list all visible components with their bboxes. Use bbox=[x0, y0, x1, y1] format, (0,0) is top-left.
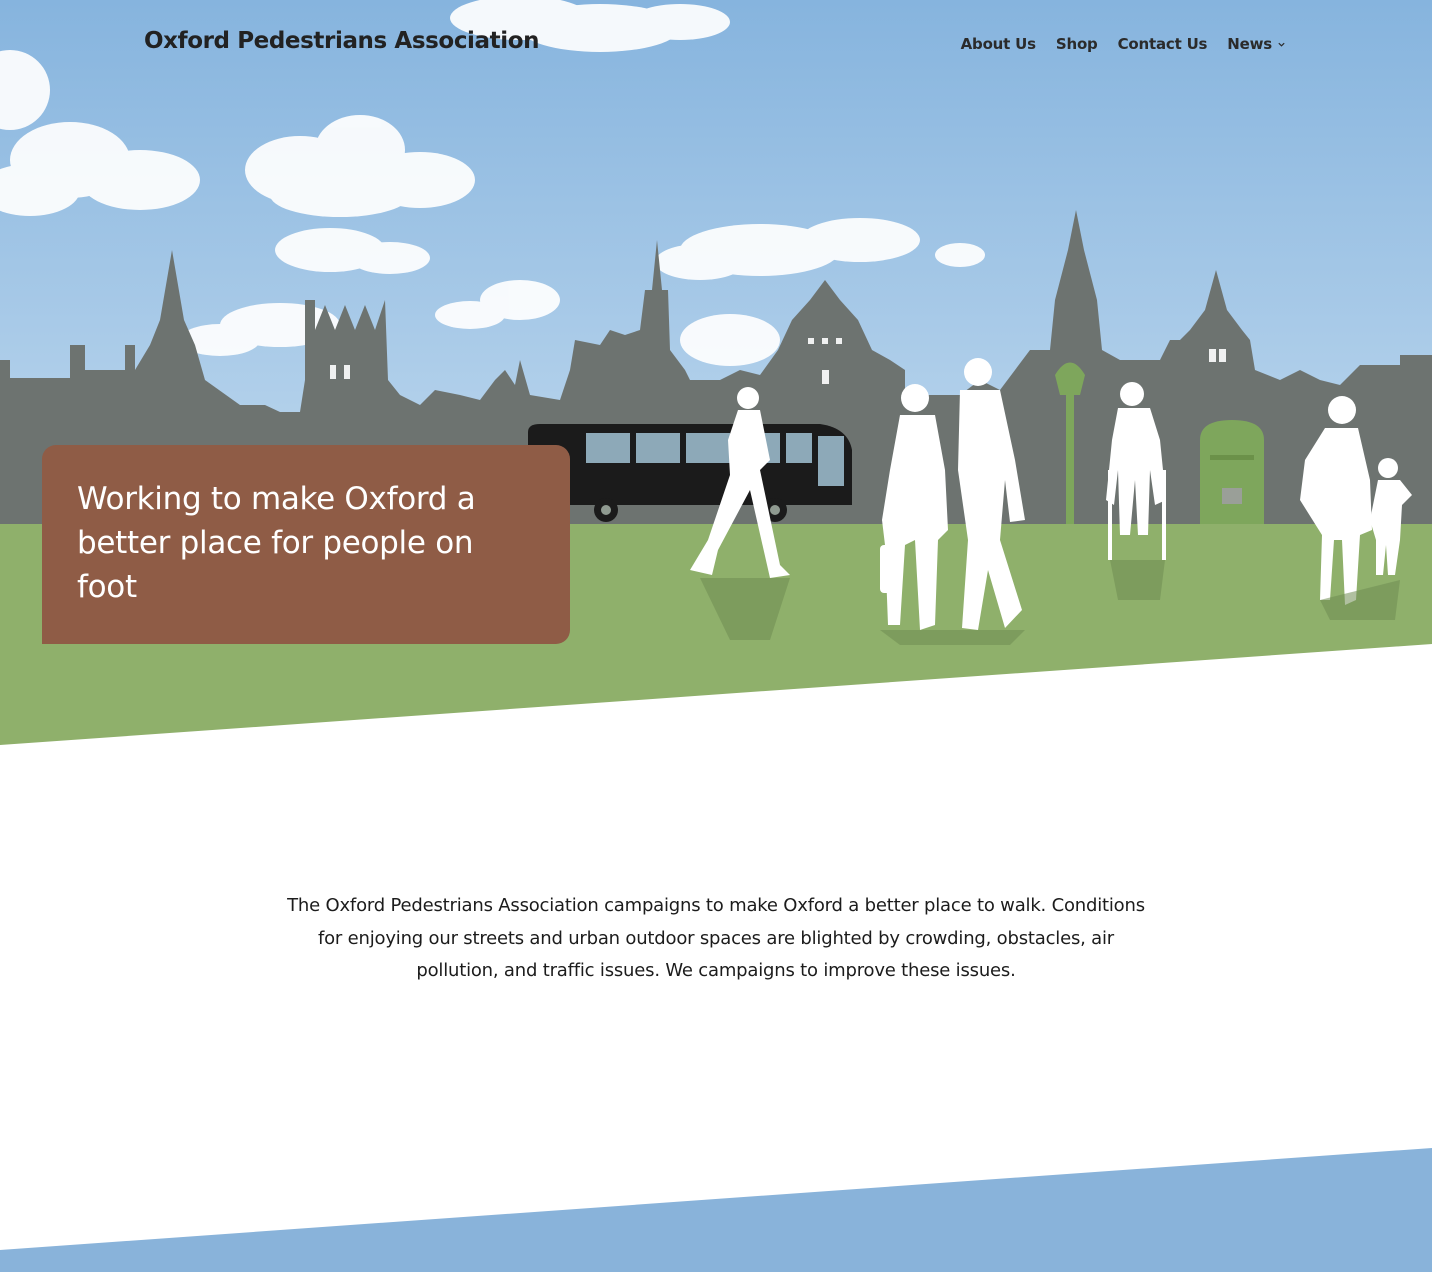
nav-item-news-label: News bbox=[1227, 35, 1272, 53]
post-box bbox=[1200, 420, 1264, 524]
chevron-down-icon[interactable] bbox=[1277, 40, 1286, 49]
page: Oxford Pedestrians Association About Us … bbox=[0, 0, 1432, 1272]
intro-paragraph: The Oxford Pedestrians Association campa… bbox=[287, 895, 1145, 981]
nav-item-contact-us[interactable]: Contact Us bbox=[1118, 35, 1208, 53]
nav-item-about-us[interactable]: About Us bbox=[961, 35, 1036, 53]
nav-item-news[interactable]: News bbox=[1227, 35, 1286, 53]
hero-callout: Working to make Oxford a better place fo… bbox=[42, 445, 570, 644]
intro-section: The Oxford Pedestrians Association campa… bbox=[0, 890, 1432, 988]
bottom-band bbox=[0, 1140, 1432, 1272]
hero-banner: Oxford Pedestrians Association About Us … bbox=[0, 0, 1432, 745]
bottom-band-shape bbox=[0, 1148, 1432, 1272]
main-nav: About Us Shop Contact Us News bbox=[961, 35, 1286, 53]
site-title-link[interactable]: Oxford Pedestrians Association bbox=[144, 28, 540, 54]
nav-item-shop[interactable]: Shop bbox=[1056, 35, 1098, 53]
hero-heading: Working to make Oxford a better place fo… bbox=[77, 481, 476, 605]
site-header: Oxford Pedestrians Association About Us … bbox=[0, 0, 1432, 90]
